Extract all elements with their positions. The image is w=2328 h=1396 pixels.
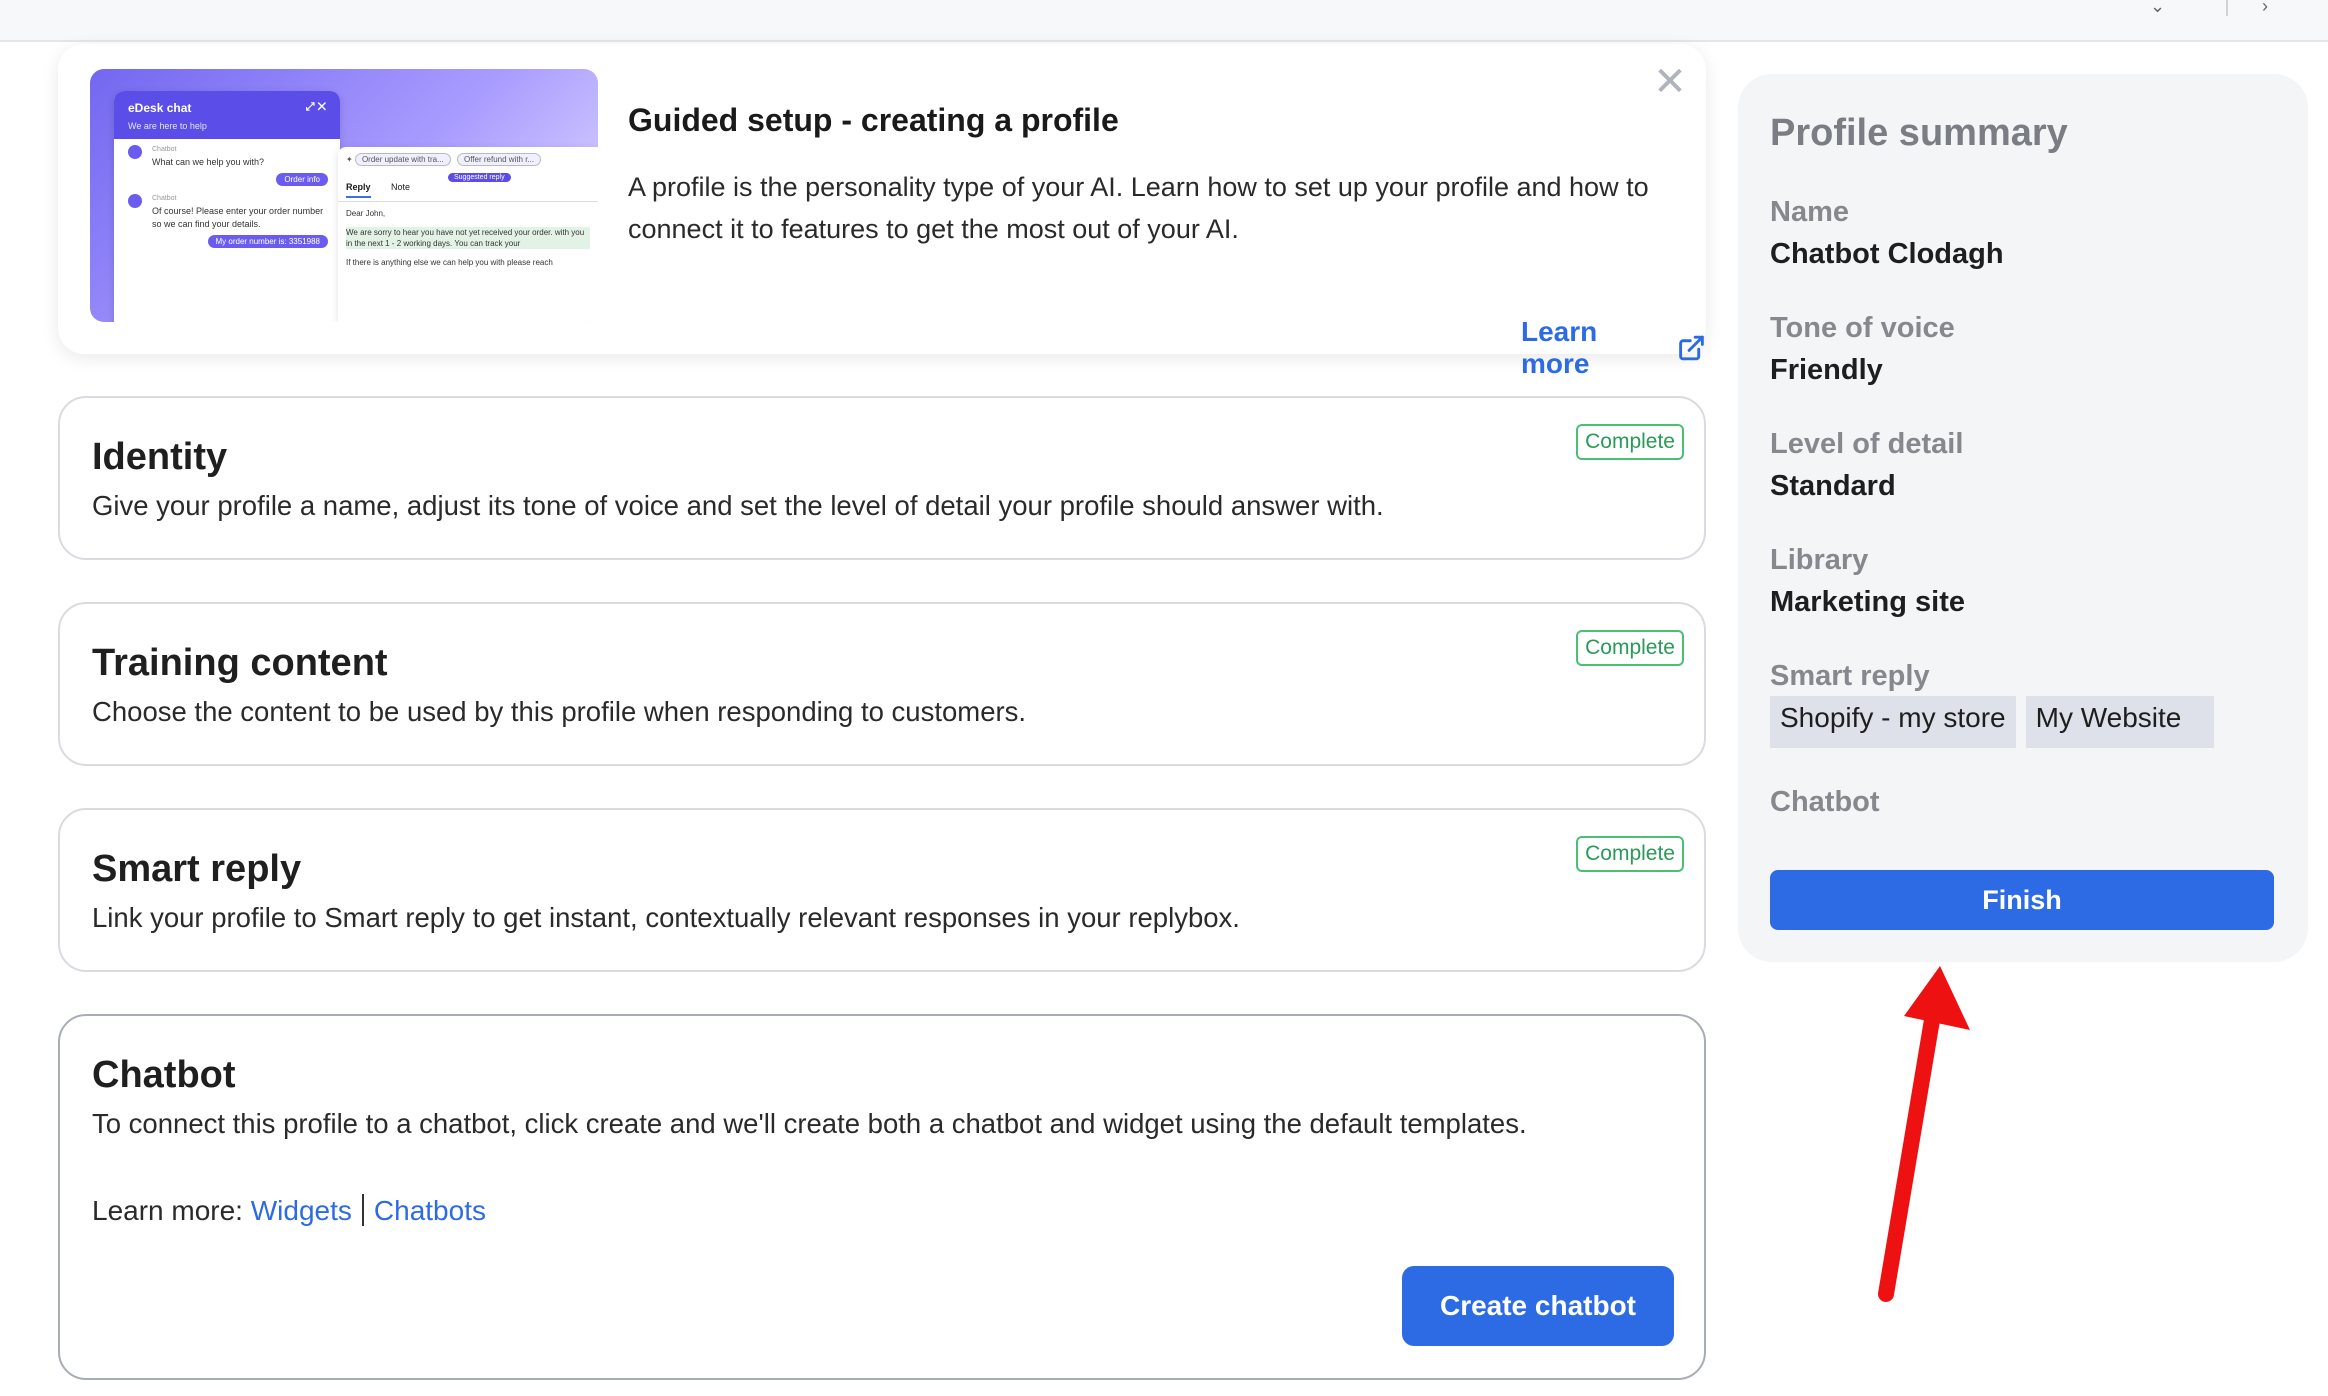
chat-bot-message: Chatbot What can we help you with? <box>114 139 340 169</box>
chat-subtitle: We are here to help <box>128 121 207 131</box>
training-content-card[interactable]: Training content Choose the content to b… <box>58 602 1706 766</box>
detail-value: Standard <box>1770 470 1896 502</box>
status-badge: Complete <box>1576 630 1684 666</box>
identity-title: Identity <box>92 436 228 478</box>
reply-closing: If there is anything else we can help yo… <box>346 258 553 267</box>
name-value: Chatbot Clodagh <box>1770 238 2004 270</box>
tab-note: Note <box>391 182 411 192</box>
status-badge: Complete <box>1576 424 1684 460</box>
learn-more-prefix: Learn more: <box>92 1195 243 1226</box>
chatbots-link[interactable]: Chatbots <box>374 1195 486 1226</box>
training-content-description: Choose the content to be used by this pr… <box>92 696 1027 727</box>
chatbot-description: To connect this profile to a chatbot, cl… <box>92 1108 1527 1139</box>
suggestion-chips: ✦ Order update with tra... Offer refund … <box>338 147 598 172</box>
external-link-icon <box>1679 335 1704 361</box>
profile-summary-title: Profile summary <box>1770 112 2068 154</box>
toolbar-chevron-icon[interactable]: ⌄ <box>2150 0 2165 17</box>
guided-setup-title: Guided setup - creating a profile <box>628 102 1119 138</box>
user-reply-pill: Order info <box>276 173 328 186</box>
profile-summary-panel: Profile summary Name Chatbot Clodagh Ton… <box>1738 74 2308 962</box>
reply-greeting: Dear John, <box>346 209 386 218</box>
widgets-link[interactable]: Widgets <box>251 1195 352 1226</box>
chatbot-title: Chatbot <box>92 1054 236 1096</box>
reply-body: Dear John, We are sorry to hear you have… <box>338 202 598 274</box>
chatbot-label: Chatbot <box>1770 786 1880 818</box>
bot-message-text: Of course! Please enter your order numbe… <box>152 206 324 229</box>
close-icon[interactable]: ✕ <box>1650 62 1690 102</box>
create-chatbot-button[interactable]: Create chatbot <box>1402 1266 1674 1346</box>
name-label: Name <box>1770 196 1849 228</box>
chat-title: eDesk chat <box>128 101 192 115</box>
detail-label: Level of detail <box>1770 428 1964 460</box>
bot-avatar <box>128 194 142 208</box>
guided-setup-description: A profile is the personality type of you… <box>628 172 1649 244</box>
chat-bot-message: Chatbot Of course! Please enter your ord… <box>114 188 340 231</box>
suggestion-chip: Offer refund with r... <box>457 153 542 166</box>
bot-avatar <box>128 145 142 159</box>
status-badge: Complete <box>1576 836 1684 872</box>
chat-header: eDesk chat We are here to help ⤢ ✕ <box>114 91 340 139</box>
finish-button[interactable]: Finish <box>1770 870 2274 930</box>
replybox-preview: ✦ Order update with tra... Offer refund … <box>338 147 598 322</box>
reply-highlight: We are sorry to hear you have not yet re… <box>346 227 590 249</box>
bot-name: Chatbot <box>152 146 177 153</box>
suggested-reply-tag: Suggested reply <box>448 173 511 182</box>
library-value: Marketing site <box>1770 586 1965 618</box>
bot-name: Chatbot <box>152 195 177 202</box>
smart-reply-tag: Shopify - my store <box>1770 696 2016 748</box>
user-reply-pill: My order number is: 3351988 <box>207 235 328 248</box>
toolbar-arrow-icon[interactable]: › <box>2262 0 2268 17</box>
top-toolbar: ⌄ › <box>0 0 2328 42</box>
chat-widget-preview: eDesk chat We are here to help ⤢ ✕ Chatb… <box>114 91 340 322</box>
tone-value: Friendly <box>1770 354 1883 386</box>
bot-message-text: What can we help you with? <box>152 157 265 167</box>
library-label: Library <box>1770 544 1869 576</box>
toolbar-divider <box>2226 0 2228 16</box>
guided-setup-card: eDesk chat We are here to help ⤢ ✕ Chatb… <box>58 44 1706 379</box>
smart-reply-card[interactable]: Smart reply Link your profile to Smart r… <box>58 808 1706 972</box>
smart-reply-tag: My Website <box>2025 696 2214 748</box>
chatbot-card: Chatbot To connect this profile to a cha… <box>58 1014 1706 1380</box>
tone-label: Tone of voice <box>1770 312 1955 344</box>
tab-reply: Reply <box>346 182 371 198</box>
reply-tabs: Reply Note <box>338 182 598 202</box>
chat-window-controls-icon: ⤢ ✕ <box>305 101 326 113</box>
identity-description: Give your profile a name, adjust its ton… <box>92 490 1384 521</box>
smart-reply-tags: Shopify - my store My Website <box>1770 696 2214 748</box>
training-content-title: Training content <box>92 642 388 684</box>
smart-reply-title: Smart reply <box>92 848 302 890</box>
identity-card[interactable]: Identity Give your profile a name, adjus… <box>58 396 1706 560</box>
suggestion-chip: Order update with tra... <box>354 153 451 166</box>
learn-more-label: Learn more <box>1521 316 1598 379</box>
learn-more-link[interactable]: Learn more <box>1521 316 1706 380</box>
guided-setup-illustration: eDesk chat We are here to help ⤢ ✕ Chatb… <box>90 69 598 322</box>
smart-reply-label: Smart reply <box>1770 660 1930 692</box>
chatbot-learn-more: Learn more: Widgets Chatbots <box>92 1194 486 1227</box>
sparkle-icon: ✦ <box>346 155 353 164</box>
smart-reply-description: Link your profile to Smart reply to get … <box>92 902 1240 933</box>
link-divider <box>361 1194 364 1226</box>
